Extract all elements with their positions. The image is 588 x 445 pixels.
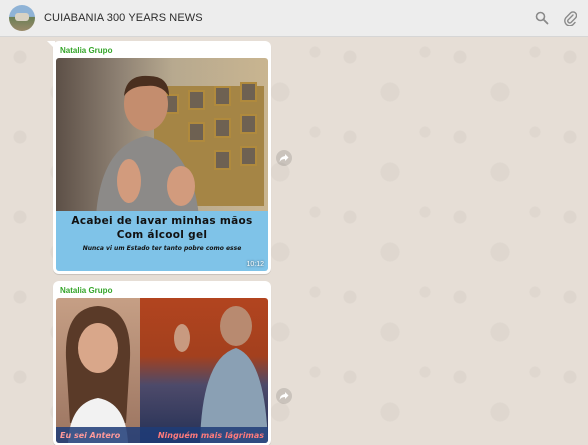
photo-right-panel [140,298,268,443]
photo [56,58,268,216]
caption-line-1: Acabei de lavar minhas mãos [71,215,253,227]
photo-left-panel [56,298,140,443]
search-icon[interactable] [534,10,550,26]
message-time: 10:12 [246,261,264,268]
image-caption-banner: Acabei de lavar minhas mãos Com álcool g… [56,211,268,271]
forward-button[interactable] [276,150,292,166]
caption-line-3: Nunca vi um Estado ter tanto pobre como … [82,245,242,252]
caption-line-2: Com álcool gel [116,229,208,241]
sender-name: Natalia Grupo [60,46,113,55]
person-figure-right [174,306,268,443]
forward-icon [279,154,289,162]
message-bubble[interactable]: Natalia Grupo Eu sei Antero Ninguém mais… [53,281,271,445]
image-message[interactable]: Acabei de lavar minhas mãos Com álcool g… [56,58,268,271]
paperclip-icon[interactable] [562,10,578,26]
caption-left: Eu sei Antero [60,430,121,440]
caption-right: Ninguém mais lágrimas [157,430,264,440]
image-message[interactable]: Eu sei Antero Ninguém mais lágrimas [56,298,268,443]
header-actions [534,10,578,26]
forward-button[interactable] [276,388,292,404]
forward-icon [279,392,289,400]
chat-header: CUIABANIA 300 YEARS NEWS [0,0,588,37]
person-figure [96,75,199,216]
person-figure-left [65,306,131,443]
chat-title[interactable]: CUIABANIA 300 YEARS NEWS [44,12,203,24]
image-caption-banner: Eu sei Antero Ninguém mais lágrimas [56,427,268,443]
sender-name: Natalia Grupo [60,286,113,295]
group-avatar[interactable] [9,5,35,31]
photo: Eu sei Antero Ninguém mais lágrimas [56,298,268,443]
message-bubble[interactable]: Natalia Grupo Acabei de lavar minhas mão… [47,41,271,274]
